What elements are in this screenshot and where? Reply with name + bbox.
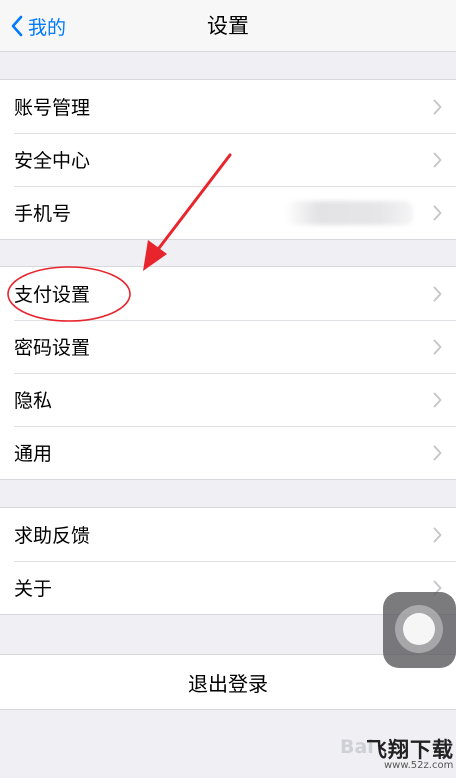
chevron-right-icon bbox=[433, 392, 442, 408]
settings-group-general: 支付设置 密码设置 隐私 通用 bbox=[0, 266, 456, 480]
settings-group-account: 账号管理 安全中心 手机号 bbox=[0, 79, 456, 240]
settings-row-payment-settings[interactable]: 支付设置 bbox=[0, 267, 456, 320]
settings-row-general[interactable]: 通用 bbox=[0, 426, 456, 479]
settings-row-privacy[interactable]: 隐私 bbox=[0, 373, 456, 426]
chevron-right-icon bbox=[433, 339, 442, 355]
watermark: Bai 飞翔下载 www.52z.com bbox=[340, 732, 456, 778]
phone-number-value-blurred bbox=[285, 201, 413, 225]
chevron-right-icon bbox=[433, 99, 442, 115]
row-label: 账号管理 bbox=[14, 97, 91, 119]
row-label: 关于 bbox=[14, 578, 53, 600]
chevron-right-icon bbox=[433, 527, 442, 543]
settings-row-phone-number[interactable]: 手机号 bbox=[0, 186, 456, 239]
row-label: 通用 bbox=[14, 443, 53, 465]
row-label: 手机号 bbox=[14, 203, 72, 225]
chevron-right-icon bbox=[433, 205, 442, 221]
logout-label: 退出登录 bbox=[188, 671, 268, 696]
chevron-right-icon bbox=[433, 152, 442, 168]
assistive-touch-icon bbox=[395, 605, 443, 653]
settings-row-account-management[interactable]: 账号管理 bbox=[0, 80, 456, 133]
row-label: 隐私 bbox=[14, 390, 53, 412]
chevron-right-icon bbox=[433, 286, 442, 302]
watermark-url: www.52z.com bbox=[384, 760, 454, 771]
chevron-right-icon bbox=[433, 445, 442, 461]
settings-row-security-center[interactable]: 安全中心 bbox=[0, 133, 456, 186]
row-label: 密码设置 bbox=[14, 337, 91, 359]
row-label: 安全中心 bbox=[14, 150, 91, 172]
settings-row-help-feedback[interactable]: 求助反馈 bbox=[0, 508, 456, 561]
assistive-touch-dot bbox=[403, 613, 435, 645]
row-label: 求助反馈 bbox=[14, 525, 91, 547]
page-title: 设置 bbox=[207, 14, 249, 38]
settings-row-password-settings[interactable]: 密码设置 bbox=[0, 320, 456, 373]
row-label: 支付设置 bbox=[14, 284, 91, 306]
assistive-touch-button[interactable] bbox=[383, 592, 456, 668]
navigation-bar: 我的 设置 bbox=[0, 0, 456, 52]
